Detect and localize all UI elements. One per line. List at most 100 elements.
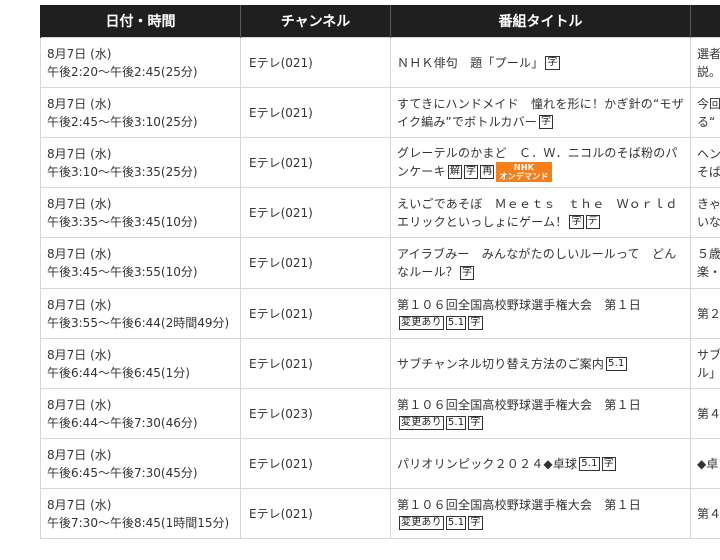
- title-cell[interactable]: グレーテルのかまど Ｃ．Ｗ．ニコルのそば粉のパンケーキ解字再 NHK オンデマンド: [390, 137, 691, 188]
- program-title-link[interactable]: アイラブみー みんながたのしいルールって どんなルール？: [397, 247, 676, 279]
- program-mark-icon: デ: [585, 215, 600, 229]
- air-time: 午後2:20～午後2:45(25分): [47, 64, 198, 79]
- program-title-link[interactable]: 第１０６回全国高校野球選手権大会 第１日: [397, 398, 641, 412]
- program-mark-icon: 字: [569, 215, 584, 229]
- title-cell[interactable]: パリオリンピック２０２４◆卓球 5.1 字: [390, 438, 691, 489]
- table-row[interactable]: 8月7日 (水) 午後6:44～午後6:45(1分) Eテレ(021) サブチャンネル…: [40, 338, 720, 389]
- channel-cell: Eテレ(021): [240, 237, 391, 289]
- air-time: 午後3:45～午後3:55(10分): [47, 265, 198, 279]
- program-mark-icon: 字: [545, 56, 560, 70]
- description-line: 今回: [697, 96, 720, 111]
- description-line: そば: [697, 164, 720, 179]
- description-cell: 第２: [690, 288, 720, 339]
- datetime-cell: 8月7日 (水) 午後2:45～午後3:10(25分): [40, 87, 241, 138]
- channel-cell: Eテレ(021): [240, 288, 391, 339]
- description-line: ５歳: [697, 247, 720, 261]
- channel-cell: Eテレ(021): [240, 87, 391, 138]
- title-cell[interactable]: えいごであそぼ Ｍｅｅｔｓ ｔｈｅ Ｗｏｒｌｄ エリックといっしょにゲーム！字デ: [390, 187, 691, 238]
- description-cell: きゃ いな: [690, 187, 720, 238]
- program-mark-icon: 5.1: [579, 457, 600, 471]
- table-row[interactable]: 8月7日 (水) 午後3:10～午後3:35(25分) Eテレ(021) グレーテルの…: [40, 137, 720, 188]
- table-row[interactable]: 8月7日 (水) 午後3:55～午後6:44(2時間49分) Eテレ(021) 第１０…: [40, 288, 720, 339]
- table-row[interactable]: 8月7日 (水) 午後7:30～午後8:45(1時間15分) Eテレ(021) 第１０…: [40, 488, 720, 539]
- channel-cell: Eテレ(021): [240, 187, 391, 238]
- title-cell[interactable]: 第１０６回全国高校野球選手権大会 第１日 変更あり 5.1 字: [390, 288, 691, 339]
- air-date: 8月7日 (水): [47, 146, 112, 161]
- table-row[interactable]: 8月7日 (水) 午後2:45～午後3:10(25分) Eテレ(021) すてきにハン…: [40, 87, 720, 138]
- air-date: 8月7日 (水): [47, 46, 112, 61]
- title-cell[interactable]: 第１０６回全国高校野球選手権大会 第１日 変更あり 5.1 字: [390, 488, 691, 539]
- datetime-cell: 8月7日 (水) 午後3:55～午後6:44(2時間49分): [40, 288, 241, 339]
- program-mark-icon: 変更あり: [399, 316, 444, 330]
- description-line: サブ: [697, 347, 720, 362]
- title-cell[interactable]: ＮＨＫ俳句 題「プール」字: [390, 37, 691, 88]
- description-cell: ５歳 楽・: [690, 237, 720, 289]
- program-mark-icon: 変更あり: [399, 416, 444, 430]
- table-body: 8月7日 (水) 午後2:20～午後2:45(25分) Eテレ(021) ＮＨＫ俳句 …: [40, 37, 720, 539]
- datetime-cell: 8月7日 (水) 午後6:44～午後7:30(46分): [40, 388, 241, 439]
- title-cell[interactable]: サブチャンネル切り替え方法のご案内 5.1: [390, 338, 691, 389]
- program-title-link[interactable]: えいごであそぼ Ｍｅｅｔｓ ｔｈｅ Ｗｏｒｌｄ エリックといっしょにゲーム！: [397, 197, 690, 229]
- description-line: ◆卓: [697, 456, 719, 471]
- datetime-cell: 8月7日 (水) 午後3:45～午後3:55(10分): [40, 237, 241, 289]
- program-mark-icon: 字: [460, 265, 475, 280]
- table-row[interactable]: 8月7日 (水) 午後3:35～午後3:45(10分) Eテレ(021) えいごであそ…: [40, 187, 720, 238]
- program-mark-icon: 5.1: [445, 516, 467, 530]
- table-row[interactable]: 8月7日 (水) 午後2:20～午後2:45(25分) Eテレ(021) ＮＨＫ俳句 …: [40, 37, 720, 88]
- program-schedule: 日付・時間 チャンネル 番組タイトル 8月7日 (水) 午後2:20～午後2:45…: [0, 0, 720, 560]
- program-title-link[interactable]: パリオリンピック２０２４◆卓球: [397, 457, 577, 471]
- datetime-cell: 8月7日 (水) 午後6:45～午後7:30(45分): [40, 438, 241, 489]
- channel-cell: Eテレ(021): [240, 37, 391, 88]
- description-line: きゃ: [697, 196, 720, 211]
- program-mark-icon: 変更あり: [399, 516, 444, 530]
- table-row[interactable]: 8月7日 (水) 午後3:45～午後3:55(10分) Eテレ(021) アイラブみー…: [40, 237, 720, 289]
- table-header-row: 日付・時間 チャンネル 番組タイトル: [40, 5, 720, 38]
- description-cell: 今回る“: [690, 87, 720, 138]
- channel-cell: Eテレ(021): [240, 137, 391, 188]
- description-line: 選者: [697, 46, 720, 61]
- description-line: ル」: [697, 365, 720, 380]
- description-line: る“: [697, 114, 716, 129]
- header-channel[interactable]: チャンネル: [240, 5, 391, 38]
- channel-cell: Eテレ(021): [240, 438, 391, 489]
- ondemand-line1: NHK: [513, 162, 535, 172]
- description-cell: ヘン そば: [690, 137, 720, 188]
- air-time: 午後3:55～午後6:44(2時間49分): [47, 315, 230, 330]
- program-title-link[interactable]: 第１０６回全国高校野球選手権大会 第１日: [397, 498, 641, 512]
- nhk-ondemand-icon[interactable]: NHK オンデマンド: [496, 161, 552, 182]
- program-title-link[interactable]: 第１０６回全国高校野球選手権大会 第１日: [397, 298, 641, 312]
- title-cell[interactable]: 第１０６回全国高校野球選手権大会 第１日 変更あり 5.1 字: [390, 388, 691, 439]
- datetime-cell: 8月7日 (水) 午後2:20～午後2:45(25分): [40, 37, 241, 88]
- air-date: 8月7日 (水): [47, 247, 112, 261]
- title-cell[interactable]: アイラブみー みんながたのしいルールって どんなルール？字: [390, 237, 691, 289]
- table-row[interactable]: 8月7日 (水) 午後6:45～午後7:30(45分) Eテレ(021) パリオリンピ…: [40, 438, 720, 489]
- air-date: 8月7日 (水): [47, 497, 112, 512]
- program-mark-icon: 字: [464, 164, 479, 179]
- program-title-link[interactable]: サブチャンネル切り替え方法のご案内: [397, 357, 604, 371]
- description-line: 第４: [697, 506, 720, 521]
- air-date: 8月7日 (水): [47, 196, 112, 211]
- description-cell: 選者 説。: [690, 37, 720, 88]
- schedule-table: 日付・時間 チャンネル 番組タイトル 8月7日 (水) 午後2:20～午後2:45…: [40, 5, 720, 539]
- datetime-cell: 8月7日 (水) 午後3:10～午後3:35(25分): [40, 137, 241, 188]
- air-date: 8月7日 (水): [47, 347, 112, 362]
- air-date: 8月7日 (水): [47, 96, 112, 111]
- air-time: 午後6:45～午後7:30(45分): [47, 465, 198, 480]
- datetime-cell: 8月7日 (水) 午後3:35～午後3:45(10分): [40, 187, 241, 238]
- program-title-link[interactable]: ＮＨＫ俳句 題「プール」: [397, 56, 543, 70]
- program-mark-icon: 字: [468, 516, 483, 530]
- air-date: 8月7日 (水): [47, 447, 112, 462]
- description-cell: 第４: [690, 388, 720, 439]
- program-mark-icon: 字: [468, 316, 483, 330]
- ondemand-line2: オンデマンド: [499, 171, 549, 181]
- header-title[interactable]: 番組タイトル: [390, 5, 691, 38]
- title-cell[interactable]: すてきにハンドメイド 憧れを形に！かぎ針の“モザイク編み”でボトルカバー字: [390, 87, 691, 138]
- table-row[interactable]: 8月7日 (水) 午後6:44～午後7:30(46分) Eテレ(023) 第１０６回全…: [40, 388, 720, 439]
- header-datetime[interactable]: 日付・時間: [40, 5, 241, 38]
- air-time: 午後6:44～午後7:30(46分): [47, 415, 198, 430]
- description-cell: 第４: [690, 488, 720, 539]
- description-line: ヘン: [697, 146, 720, 161]
- air-date: 8月7日 (水): [47, 397, 112, 412]
- program-mark-icon: 5.1: [445, 416, 467, 430]
- program-mark-icon: 字: [468, 416, 483, 430]
